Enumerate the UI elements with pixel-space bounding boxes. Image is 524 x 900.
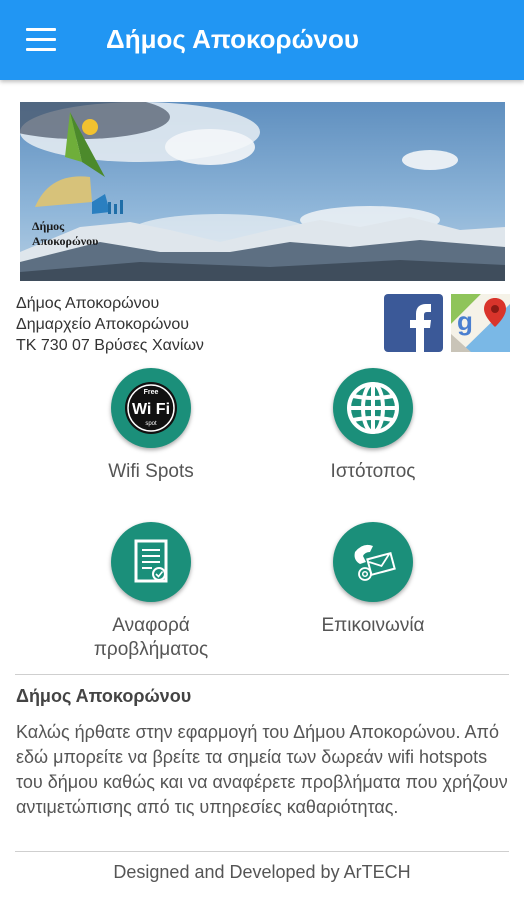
svg-text:Wi Fi: Wi Fi [132,401,170,418]
tile-website[interactable]: Ιστότοπος [273,368,473,484]
divider [15,674,509,675]
svg-text:g: g [457,306,473,336]
svg-text:Δήμος: Δήμος [32,219,65,233]
app-bar: Δήμος Αποκορώνου [0,0,524,80]
contact-phone-mail-icon [333,522,413,602]
welcome-text: Καλώς ήρθατε στην εφαρμογή του Δήμου Απο… [16,722,508,817]
globe-icon [333,368,413,448]
tile-label: Ιστότοπος [330,461,416,482]
tile-wifi-spots[interactable]: Free Wi Fi spot Wifi Spots [51,368,251,484]
tile-label: Wifi Spots [108,461,194,482]
banner-image: Δήμος Αποκορώνου [20,102,505,281]
hamburger-menu-icon[interactable] [26,28,56,52]
divider [15,851,509,852]
report-form-icon [111,522,191,602]
facebook-icon[interactable] [384,294,443,352]
svg-text:spot: spot [145,421,157,427]
tile-contact[interactable]: Επικοινωνία [273,522,473,638]
wifi-icon: Free Wi Fi spot [111,368,191,448]
svg-text:Free: Free [144,389,159,396]
svg-text:Αποκορώνου: Αποκορώνου [32,234,98,248]
address-block: Δήμος Αποκορώνου Δημαρχείο Αποκορώνου ΤΚ… [16,293,204,356]
footer-credits: Designed and Developed by ArTECH [113,862,411,882]
tile-report-problem[interactable]: Αναφορά προβλήματος [51,522,251,662]
tile-label: Επικοινωνία [321,615,425,636]
app-title: Δήμος Αποκορώνου [106,24,360,54]
welcome-title: Δήμος Αποκορώνου [16,686,192,706]
address-line: Δήμος Αποκορώνου [16,295,160,312]
tile-label: Αναφορά προβλήματος [93,615,209,660]
address-line: ΤΚ 730 07 Βρύσες Χανίων [16,337,204,354]
google-maps-icon[interactable]: g [451,294,510,352]
address-line: Δημαρχείο Αποκορώνου [16,316,190,333]
